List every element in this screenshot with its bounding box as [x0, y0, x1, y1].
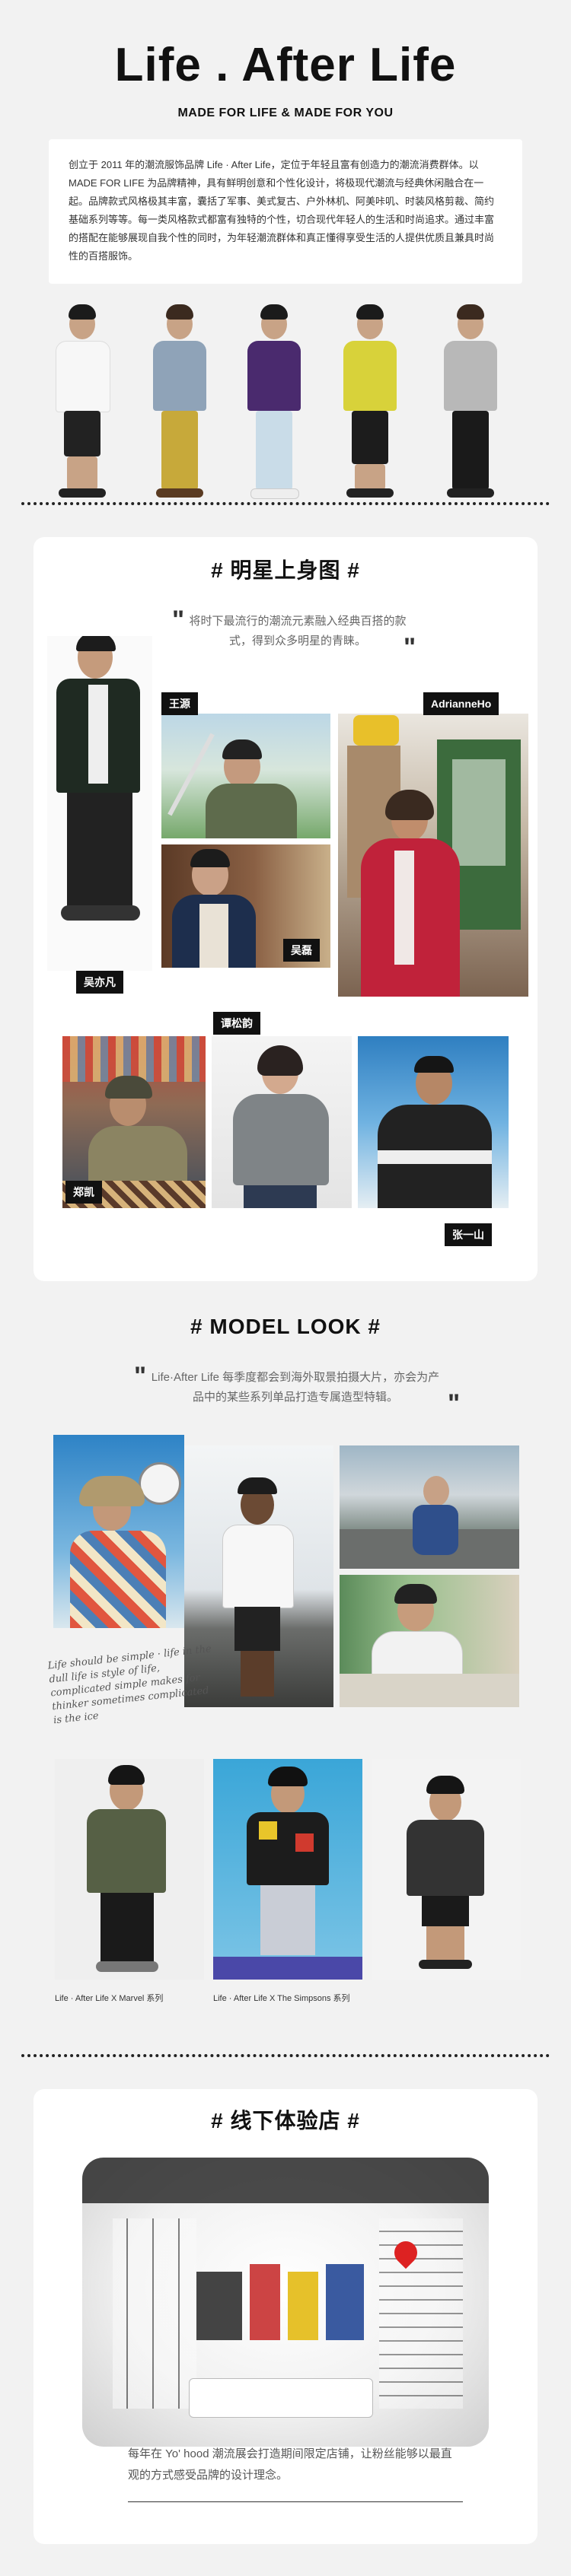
caption-simpsons: Life · After Life X The Simpsons 系列 — [213, 1994, 350, 2003]
store-photo — [82, 2158, 489, 2447]
open-quote-icon: " — [172, 606, 185, 634]
model-figure — [432, 304, 509, 502]
model-figure — [142, 304, 218, 502]
photo-adrianneho — [338, 714, 528, 997]
close-quote-icon: " — [404, 633, 416, 662]
model-photo — [55, 1759, 204, 1980]
model-photo — [340, 1445, 519, 1569]
model-look-quote: Life·After Life 每季度都会到海外取景拍摄大片，亦会为产品中的某些… — [151, 1371, 440, 1404]
brand-title: Life . After Life — [114, 39, 457, 91]
brand-subtitle: MADE FOR LIFE & MADE FOR YOU — [177, 107, 394, 119]
model-figure — [44, 304, 120, 502]
model-look-title: # MODEL LOOK # — [190, 1315, 381, 1338]
dotted-divider — [21, 502, 550, 505]
celebrity-quote: 将时下最流行的潮流元素融入经典百搭的款式，得到众多明星的青睐。 — [189, 615, 407, 647]
page: Life . After Life MADE FOR LIFE & MADE F… — [0, 0, 571, 2576]
intro-text: 创立于 2011 年的潮流服饰品牌 Life · After Life，定位于年… — [69, 159, 495, 262]
name-tag: 吴磊 — [283, 939, 320, 962]
dotted-divider — [21, 2054, 550, 2057]
caption-marvel: Life · After Life X Marvel 系列 — [55, 1994, 164, 2003]
name-tag: 吴亦凡 — [76, 971, 123, 994]
photo-wangyuan — [161, 714, 330, 838]
name-tag: 谭松韵 — [213, 1012, 260, 1035]
photo-tansongyun — [212, 1036, 352, 1208]
model-photo — [372, 1759, 521, 1980]
model-photo — [213, 1759, 362, 1980]
celebrity-title: # 明星上身图 # — [211, 558, 360, 582]
name-tag: AdrianneHo — [423, 692, 499, 715]
name-tag: 郑凯 — [65, 1181, 102, 1204]
open-quote-icon: " — [134, 1362, 147, 1391]
store-text: 每年在 Yo' hood 潮流展会打造期间限定店铺，让粉丝能够以最直观的方式感受… — [128, 2447, 452, 2482]
underline-divider — [128, 2501, 463, 2502]
model-figure — [332, 304, 408, 502]
model-photo — [340, 1575, 519, 1707]
photo-wuyifan — [47, 636, 152, 971]
store-title: # 线下体验店 # — [211, 2109, 360, 2132]
model-photo — [53, 1435, 184, 1628]
model-figure — [236, 304, 312, 502]
name-tag: 张一山 — [445, 1223, 492, 1246]
close-quote-icon: " — [448, 1389, 461, 1418]
handwritten-note: Life should be simple · life in the dull… — [47, 1643, 212, 1727]
name-tag: 王源 — [161, 692, 198, 715]
photo-zhangyishan — [358, 1036, 509, 1208]
intro-card: 创立于 2011 年的潮流服饰品牌 Life · After Life，定位于年… — [49, 139, 522, 284]
